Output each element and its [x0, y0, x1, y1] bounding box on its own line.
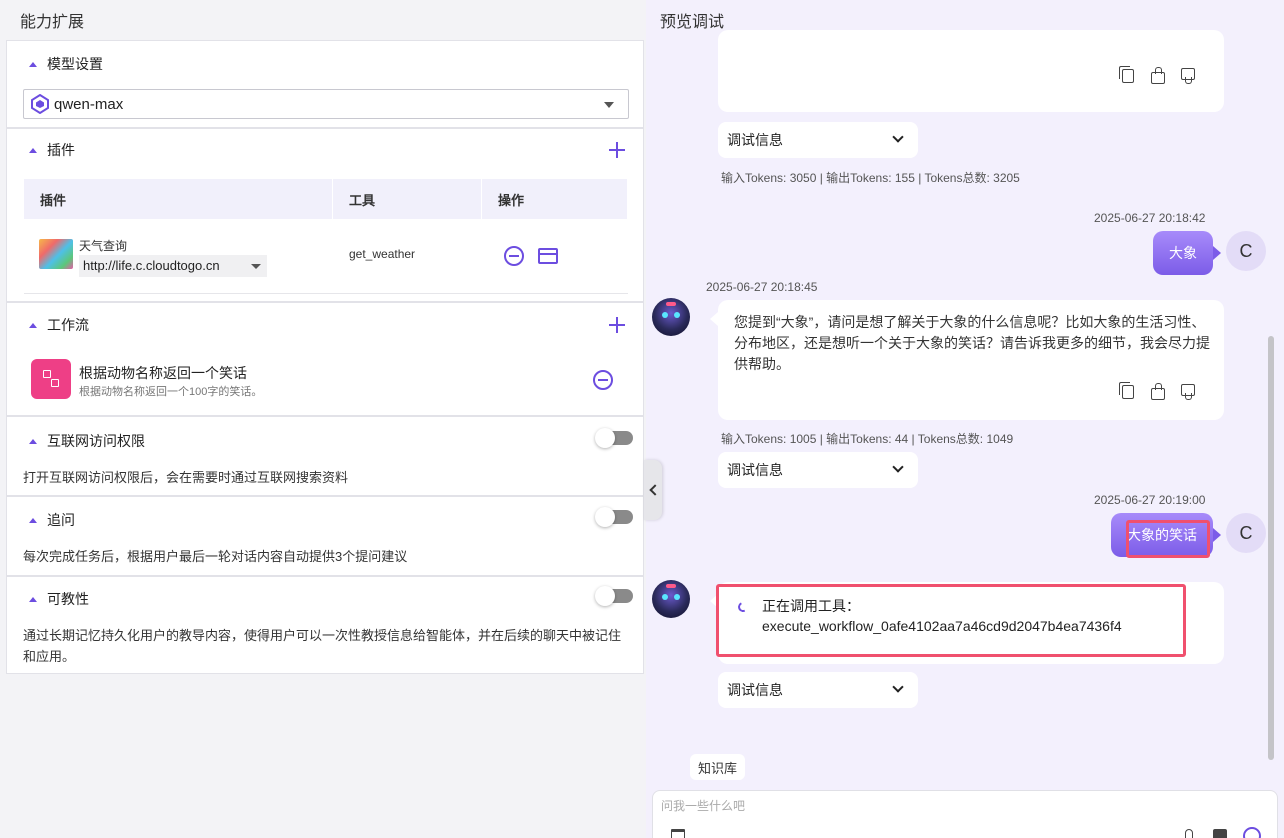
dropdown-arrow-icon: [604, 102, 614, 108]
knowledge-base-chip[interactable]: 知识库: [690, 754, 746, 780]
thumbs-up-icon[interactable]: [1148, 66, 1166, 84]
workflow-icon: [31, 359, 71, 399]
internet-access-desc: 打开互联网访问权限后，会在需要时通过互联网搜索资料: [23, 470, 349, 485]
bot-avatar: [652, 580, 690, 618]
plugin-header[interactable]: 插件: [29, 140, 75, 160]
plugin-url-select[interactable]: http://life.c.cloudtogo.cn: [79, 255, 267, 277]
debug-info-dropdown[interactable]: 调试信息: [718, 122, 918, 158]
message-actions: [1118, 66, 1196, 84]
followup-toggle[interactable]: [595, 507, 633, 527]
internet-access-header[interactable]: 互联网访问权限: [29, 431, 145, 451]
user-message-bubble: 大象: [1153, 231, 1221, 275]
chevron-down-icon: [892, 461, 904, 473]
qwen-logo-icon: [31, 94, 49, 114]
collapse-caret-icon: [29, 596, 37, 602]
section-title: 互联网访问权限: [47, 433, 145, 449]
avatar: C: [1226, 231, 1266, 271]
debug-info-dropdown[interactable]: 调试信息: [718, 672, 918, 708]
chat-input-box[interactable]: [652, 790, 1278, 838]
followup-header[interactable]: 追问: [29, 510, 75, 530]
section-title: 工作流: [47, 317, 89, 333]
model-settings-header[interactable]: 模型设置: [29, 54, 103, 74]
thumbs-up-icon[interactable]: [1148, 382, 1166, 400]
remove-plugin-icon[interactable]: [504, 246, 524, 266]
model-select[interactable]: qwen-max: [23, 89, 629, 119]
teachable-card: 可教性 通过长期记忆持久化用户的教导内容，使得用户可以一次性教授信息给智能体，并…: [6, 576, 644, 674]
message-timestamp: 2025-06-27 20:19:00: [1094, 493, 1206, 507]
chevron-left-icon: [648, 484, 661, 496]
highlight-box: [716, 584, 1186, 657]
bot-message-bubble: [718, 30, 1224, 112]
collapse-caret-icon: [29, 517, 37, 523]
teachable-toggle[interactable]: [595, 586, 633, 606]
preview-panel-title: 预览调试: [660, 14, 725, 31]
chat-area: 调试信息 输入Tokens: 3050 | 输出Tokens: 155 | To…: [646, 30, 1284, 790]
collapse-caret-icon: [29, 438, 37, 444]
col-header-plugin: 插件: [24, 179, 332, 219]
workflow-desc: 根据动物名称返回一个100字的笑话。: [79, 386, 263, 398]
bot-message-text: 您提到“大象”，请问是想了解关于大象的什么信息呢？比如大象的生活习性、分布地区，…: [734, 314, 1210, 372]
workflow-card: 工作流 根据动物名称返回一个笑话 根据动物名称返回一个100字的笑话。: [6, 302, 644, 416]
token-usage: 输入Tokens: 3050 | 输出Tokens: 155 | Tokens总…: [721, 171, 1020, 185]
chat-input[interactable]: [661, 799, 1161, 813]
message-timestamp: 2025-06-27 20:18:42: [1094, 211, 1206, 225]
add-workflow-icon[interactable]: [609, 317, 625, 333]
chevron-down-icon: [892, 131, 904, 143]
add-plugin-icon[interactable]: [609, 142, 625, 158]
collapse-caret-icon: [29, 61, 37, 67]
plugin-config-icon[interactable]: [538, 248, 558, 264]
avatar: C: [1226, 513, 1266, 553]
thumbs-down-icon[interactable]: [1178, 382, 1196, 400]
chevron-down-icon: [892, 681, 904, 693]
followup-desc: 每次完成任务后，根据用户最后一轮对话内容自动提供3个提问建议: [23, 549, 408, 564]
plugin-thumbnail: [39, 239, 73, 269]
section-title: 可教性: [47, 591, 89, 607]
highlight-box: [1126, 520, 1210, 558]
model-settings-card: 模型设置 qwen-max: [6, 40, 644, 128]
chat-scrollbar[interactable]: [1268, 336, 1274, 760]
teachable-desc: 通过长期记忆持久化用户的教导内容，使得用户可以一次性教授信息给智能体，并在后续的…: [23, 628, 622, 664]
workflow-name: 根据动物名称返回一个笑话: [79, 365, 247, 381]
trash-icon[interactable]: [671, 829, 685, 838]
bot-avatar: [652, 298, 690, 336]
message-timestamp: 2025-06-27 20:18:45: [706, 280, 818, 294]
image-icon[interactable]: [1213, 829, 1227, 838]
plugin-card: 插件 插件 工具 操作 天气查询 http://life.c.cloudtogo…: [6, 128, 644, 302]
section-title: 追问: [47, 512, 75, 528]
copy-icon[interactable]: [1118, 382, 1136, 400]
collapse-caret-icon: [29, 322, 37, 328]
collapse-panel-button[interactable]: [644, 460, 662, 520]
send-icon[interactable]: [1243, 827, 1261, 838]
capability-panel: 能力扩展 模型设置 qwen-max 插件 插件 工具 操作 天气查询 http…: [0, 0, 646, 838]
preview-panel: 预览调试 调试信息 输入Tokens: 3050 | 输出Tokens: 155…: [646, 0, 1284, 838]
collapse-caret-icon: [29, 147, 37, 153]
section-title: 插件: [47, 142, 75, 158]
workflow-header[interactable]: 工作流: [29, 315, 89, 335]
internet-access-card: 互联网访问权限 打开互联网访问权限后，会在需要时通过互联网搜索资料: [6, 416, 644, 496]
debug-info-dropdown[interactable]: 调试信息: [718, 452, 918, 488]
col-header-action: 操作: [482, 179, 627, 219]
plugin-name: 天气查询: [79, 239, 128, 253]
selected-model-label: qwen-max: [54, 95, 124, 113]
dropdown-arrow-icon: [251, 264, 261, 269]
col-header-tool: 工具: [333, 179, 481, 219]
message-actions: [1118, 382, 1196, 400]
followup-card: 追问 每次完成任务后，根据用户最后一轮对话内容自动提供3个提问建议: [6, 496, 644, 576]
internet-access-toggle[interactable]: [595, 428, 633, 448]
plugin-tool-name: get_weather: [349, 247, 416, 261]
token-usage: 输入Tokens: 1005 | 输出Tokens: 44 | Tokens总数…: [721, 432, 1014, 446]
section-title: 模型设置: [47, 56, 103, 72]
teachable-header[interactable]: 可教性: [29, 589, 89, 609]
divider: [24, 293, 628, 294]
capability-panel-title: 能力扩展: [20, 14, 85, 31]
copy-icon[interactable]: [1118, 66, 1136, 84]
thumbs-down-icon[interactable]: [1178, 66, 1196, 84]
bot-message-bubble: 您提到“大象”，请问是想了解关于大象的什么信息呢？比如大象的生活习性、分布地区，…: [710, 300, 1224, 420]
attachment-icon[interactable]: [1185, 829, 1193, 838]
remove-workflow-icon[interactable]: [593, 370, 613, 390]
